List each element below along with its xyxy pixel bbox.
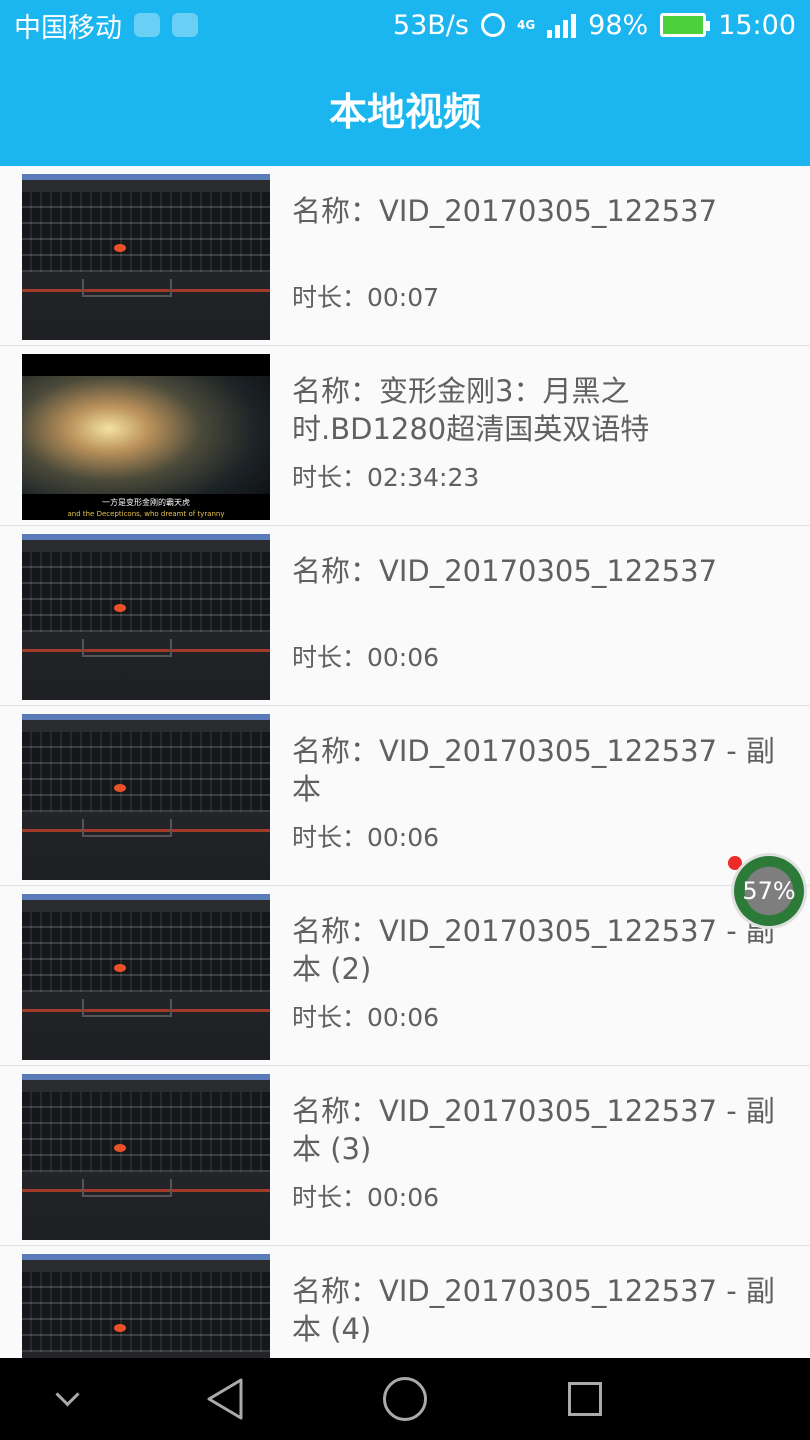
video-name: 名称：VID_20170305_122537 - 副本 (2)	[292, 914, 775, 986]
page-title: 本地视频	[328, 89, 481, 134]
alarm-icon	[480, 13, 505, 37]
carrier-label: 中国移动	[14, 12, 122, 44]
subtitle-cn: 一方是变形金刚的霸天虎	[102, 498, 190, 507]
subtitle-en: and the Decepticons, who dreamt of tyran…	[67, 510, 225, 518]
video-name: 名称：VID_20170305_122537	[292, 194, 718, 228]
video-thumbnail	[22, 894, 270, 1060]
video-list-item[interactable]: 名称：VID_20170305_122537 - 副本时长：00:06	[0, 706, 810, 886]
video-list-item[interactable]: 一方是变形金刚的霸天虎 and the Decepticons, who drea…	[0, 346, 810, 526]
badge-dot	[728, 856, 742, 870]
video-info: 名称：变形金刚3：月黑之时.BD1280超清国英双语特	[292, 372, 782, 448]
signal-icon	[547, 12, 577, 38]
video-name: 名称：VID_20170305_122537 - 副本 (3)	[292, 1094, 775, 1166]
video-thumbnail	[22, 534, 270, 700]
title-bar: 本地视频	[0, 50, 810, 166]
notification-icon	[134, 13, 160, 37]
video-info: 名称：VID_20170305_122537 - 副本 (3)	[292, 1092, 782, 1168]
video-name: 名称：VID_20170305_122537 - 副本	[292, 734, 775, 806]
video-list-item[interactable]: 名称：VID_20170305_122537 时长：00:06	[0, 526, 810, 706]
video-thumbnail	[22, 1074, 270, 1240]
battery-percent: 98%	[588, 9, 649, 41]
video-list-item[interactable]: 名称：VID_20170305_122537 时长：00:07	[0, 166, 810, 346]
android-icon	[172, 13, 198, 37]
navigation-bar	[0, 1358, 810, 1440]
video-info: 名称：VID_20170305_122537 - 副本	[292, 732, 782, 808]
video-duration: 时长：00:06	[292, 823, 440, 852]
clock: 15:00	[718, 9, 796, 41]
video-name: 名称：VID_20170305_122537	[292, 554, 718, 588]
video-duration: 时长：00:07	[292, 283, 440, 312]
video-thumbnail	[22, 174, 270, 340]
network-type: 4G	[516, 18, 536, 32]
video-duration: 时长：00:06	[292, 1183, 440, 1212]
chevron-down-icon[interactable]	[22, 1358, 112, 1440]
video-list-item[interactable]: 名称：VID_20170305_122537 - 副本 (4)	[0, 1246, 810, 1358]
video-duration: 时长：02:34:23	[292, 463, 480, 492]
video-name: 名称：VID_20170305_122537 - 副本 (4)	[292, 1274, 775, 1346]
battery-charging-icon	[660, 13, 711, 37]
video-info: 名称：VID_20170305_122537 - 副本 (2)	[292, 912, 782, 988]
video-info: 名称：VID_20170305_122537 - 副本 (4)	[292, 1272, 782, 1348]
video-info: 名称：VID_20170305_122537	[292, 552, 782, 628]
video-info: 名称：VID_20170305_122537	[292, 192, 782, 268]
net-speed: 53B/s	[392, 9, 469, 41]
badge-percent: 57%	[742, 877, 796, 905]
video-name: 名称：变形金刚3：月黑之时.BD1280超清国英双语特	[292, 374, 650, 446]
recents-icon[interactable]	[540, 1358, 630, 1440]
video-thumbnail: 一方是变形金刚的霸天虎 and the Decepticons, who drea…	[22, 354, 270, 520]
video-duration: 时长：00:06	[292, 643, 440, 672]
video-list-item[interactable]: 名称：VID_20170305_122537 - 副本 (2) 时长：00:06	[0, 886, 810, 1066]
back-icon[interactable]	[180, 1358, 270, 1440]
floating-usage-badge[interactable]: 57%	[734, 856, 804, 926]
video-list[interactable]: 名称：VID_20170305_122537 时长：00:07 一方是变形金刚的霸天…	[0, 166, 810, 1358]
video-duration: 时长：00:06	[292, 1003, 440, 1032]
home-icon[interactable]	[360, 1358, 450, 1440]
video-list-item[interactable]: 名称：VID_20170305_122537 - 副本 (3) 时长：00:06	[0, 1066, 810, 1246]
video-thumbnail	[22, 714, 270, 880]
video-thumbnail	[22, 1254, 270, 1358]
status-bar: 中国移动 53B/s 4G 98% 15:00	[0, 0, 810, 50]
